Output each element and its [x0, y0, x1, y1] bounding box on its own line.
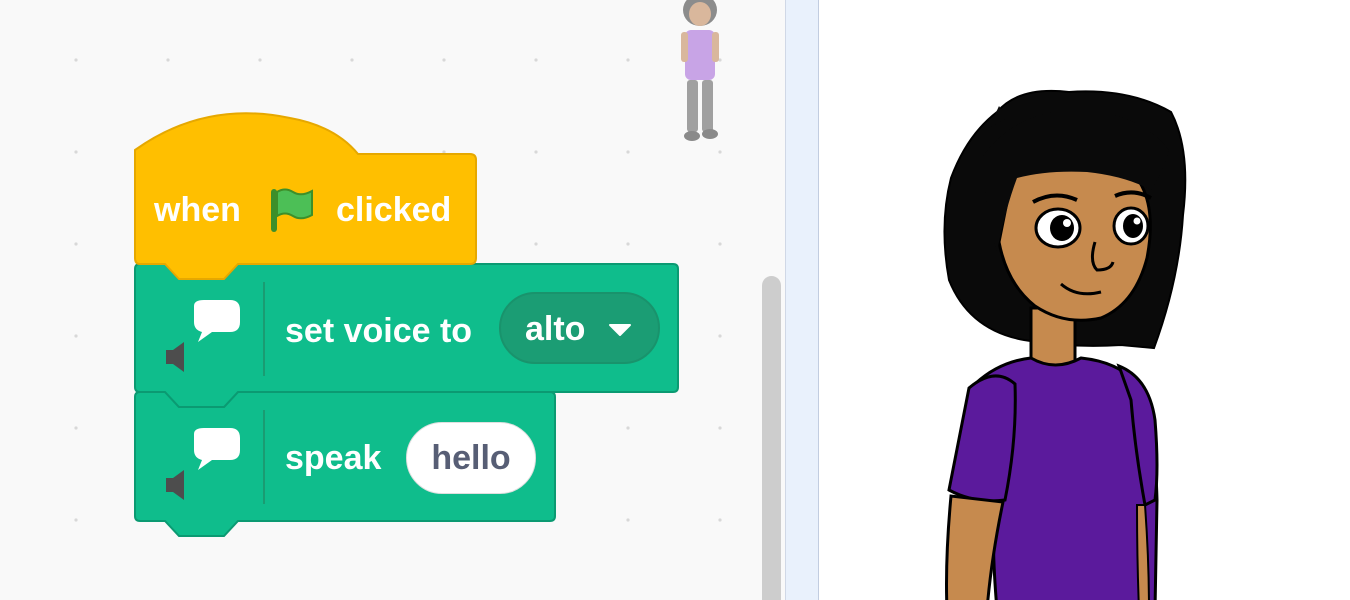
green-flag-icon [271, 188, 313, 232]
chevron-down-icon [609, 324, 631, 336]
block-shapes [134, 112, 679, 537]
when-label: when [154, 191, 241, 229]
voice-dropdown[interactable]: alto [499, 292, 660, 364]
code-area[interactable]: when clicked set voice to alto speak hel… [0, 0, 785, 600]
stage[interactable] [819, 0, 1350, 600]
voice-dropdown-value: alto [525, 310, 586, 348]
speak-text-input[interactable]: hello [406, 422, 536, 494]
speak-text-value: hello [431, 439, 511, 477]
script-stack[interactable]: when clicked set voice to alto speak hel… [0, 0, 785, 600]
character-sprite[interactable] [819, 0, 1350, 600]
text2speech-icon [166, 428, 240, 500]
block-separator [263, 410, 265, 504]
pane-divider[interactable] [785, 0, 819, 600]
speak-label: speak [285, 439, 382, 477]
text2speech-icon [166, 300, 240, 372]
clicked-label: clicked [336, 191, 452, 229]
set-voice-label: set voice to [285, 312, 473, 350]
block-separator [263, 282, 265, 376]
